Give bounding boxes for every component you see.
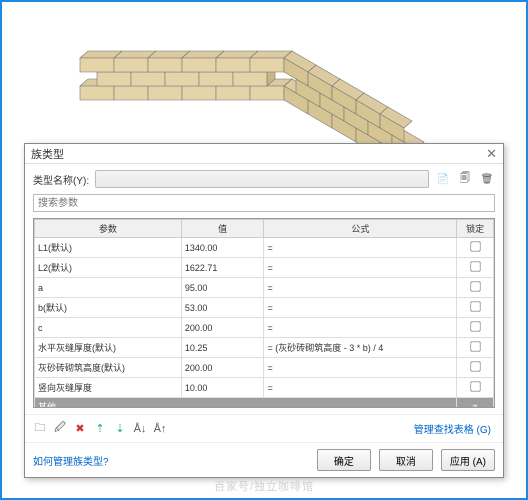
new-type-icon[interactable]: 📄: [435, 171, 451, 187]
cell-formula[interactable]: =: [264, 298, 457, 318]
dialog-titlebar: 族类型 ✕: [25, 144, 503, 164]
col-param: 参数: [35, 220, 182, 238]
cell-formula[interactable]: =: [264, 278, 457, 298]
lock-checkbox[interactable]: [470, 281, 480, 291]
cell-param[interactable]: L2(默认): [35, 258, 182, 278]
lock-checkbox[interactable]: [470, 381, 480, 391]
cell-param[interactable]: 水平灰缝厚度(默认): [35, 338, 182, 358]
cell-lock[interactable]: [457, 238, 494, 258]
close-icon[interactable]: ✕: [486, 147, 497, 160]
cell-formula[interactable]: =: [264, 238, 457, 258]
table-row[interactable]: c 200.00 =: [35, 318, 494, 338]
cell-param[interactable]: 竖向灰缝厚度: [35, 378, 182, 398]
cell-param[interactable]: c: [35, 318, 182, 338]
cell-value[interactable]: 95.00: [181, 278, 264, 298]
dialog-footer: 如何管理族类型? 确定 取消 应用 (A): [25, 442, 503, 477]
cancel-button[interactable]: 取消: [379, 449, 433, 471]
cell-formula[interactable]: =: [264, 258, 457, 278]
cell-value[interactable]: 200.00: [181, 358, 264, 378]
cell-formula[interactable]: =: [264, 358, 457, 378]
cell-value[interactable]: 10.00: [181, 378, 264, 398]
cell-value[interactable]: 1340.00: [181, 238, 264, 258]
apply-button[interactable]: 应用 (A): [441, 449, 495, 471]
dialog-title: 族类型: [31, 146, 64, 162]
cell-lock[interactable]: [457, 318, 494, 338]
sort-desc-icon[interactable]: Å↑: [153, 422, 167, 436]
help-link[interactable]: 如何管理族类型?: [33, 453, 109, 468]
cell-formula[interactable]: =: [264, 318, 457, 338]
new-param-icon[interactable]: 🗀: [33, 422, 47, 436]
table-row[interactable]: 水平灰缝厚度(默认) 10.25 = (灰砂砖砌筑高度 - 3 * b) / 4: [35, 338, 494, 358]
ok-button[interactable]: 确定: [317, 449, 371, 471]
cell-formula[interactable]: = (灰砂砖砌筑高度 - 3 * b) / 4: [264, 338, 457, 358]
parameter-table-wrap: 参数 值 公式 锁定 L1(默认) 1340.00 = L2(默认) 1622.…: [33, 218, 495, 408]
family-type-dialog: 族类型 ✕ 类型名称(Y): 📄 🗐 🗑 参数 值 公式 锁定 L1(默认) 1…: [24, 143, 504, 478]
delete-param-icon[interactable]: ✖: [73, 422, 87, 436]
cell-param[interactable]: L1(默认): [35, 238, 182, 258]
manage-lookup-button[interactable]: 管理查找表格 (G): [410, 419, 495, 438]
edit-param-icon[interactable]: 🖉: [53, 422, 67, 436]
cell-value[interactable]: 1622.71: [181, 258, 264, 278]
cell-param[interactable]: b(默认): [35, 298, 182, 318]
cell-value[interactable]: 10.25: [181, 338, 264, 358]
lock-checkbox[interactable]: [470, 361, 480, 371]
table-row[interactable]: L2(默认) 1622.71 =: [35, 258, 494, 278]
search-input[interactable]: [33, 194, 495, 212]
cell-formula[interactable]: =: [264, 378, 457, 398]
cell-lock[interactable]: [457, 278, 494, 298]
col-lock: 锁定: [457, 220, 494, 238]
col-value: 值: [181, 220, 264, 238]
dialog-toolbar: 🗀 🖉 ✖ ⇡ ⇣ Å↓ Å↑ 管理查找表格 (G): [25, 414, 503, 442]
table-row[interactable]: a 95.00 =: [35, 278, 494, 298]
copy-type-icon[interactable]: 🗐: [457, 171, 473, 187]
table-header-row: 参数 值 公式 锁定: [35, 220, 494, 238]
section-label: 其他: [35, 398, 457, 409]
type-name-row: 类型名称(Y): 📄 🗐 🗑: [25, 164, 503, 194]
delete-type-icon[interactable]: 🗑: [479, 171, 495, 187]
cell-value[interactable]: 200.00: [181, 318, 264, 338]
table-row[interactable]: 竖向灰缝厚度 10.00 =: [35, 378, 494, 398]
cell-lock[interactable]: [457, 338, 494, 358]
col-formula: 公式: [264, 220, 457, 238]
table-row[interactable]: b(默认) 53.00 =: [35, 298, 494, 318]
cell-value[interactable]: 53.00: [181, 298, 264, 318]
table-row[interactable]: 灰砂砖砌筑高度(默认) 200.00 =: [35, 358, 494, 378]
lock-checkbox[interactable]: [470, 341, 480, 351]
cell-param[interactable]: 灰砂砖砌筑高度(默认): [35, 358, 182, 378]
cell-lock[interactable]: [457, 358, 494, 378]
section-row[interactable]: 其他∝: [35, 398, 494, 409]
type-name-input[interactable]: [95, 170, 429, 188]
lock-checkbox[interactable]: [470, 261, 480, 271]
type-name-label: 类型名称(Y):: [33, 172, 89, 187]
cell-lock[interactable]: [457, 258, 494, 278]
cell-lock[interactable]: [457, 378, 494, 398]
sort-asc-icon[interactable]: Å↓: [133, 422, 147, 436]
cell-param[interactable]: a: [35, 278, 182, 298]
watermark: 百家号/独立咖啡馆: [214, 478, 314, 494]
table-row[interactable]: L1(默认) 1340.00 =: [35, 238, 494, 258]
lock-checkbox[interactable]: [470, 301, 480, 311]
lock-checkbox[interactable]: [470, 241, 480, 251]
section-expand-icon[interactable]: ∝: [457, 398, 494, 409]
move-down-icon[interactable]: ⇣: [113, 422, 127, 436]
parameter-table: 参数 值 公式 锁定 L1(默认) 1340.00 = L2(默认) 1622.…: [34, 219, 494, 408]
move-up-icon[interactable]: ⇡: [93, 422, 107, 436]
cell-lock[interactable]: [457, 298, 494, 318]
lock-checkbox[interactable]: [470, 321, 480, 331]
